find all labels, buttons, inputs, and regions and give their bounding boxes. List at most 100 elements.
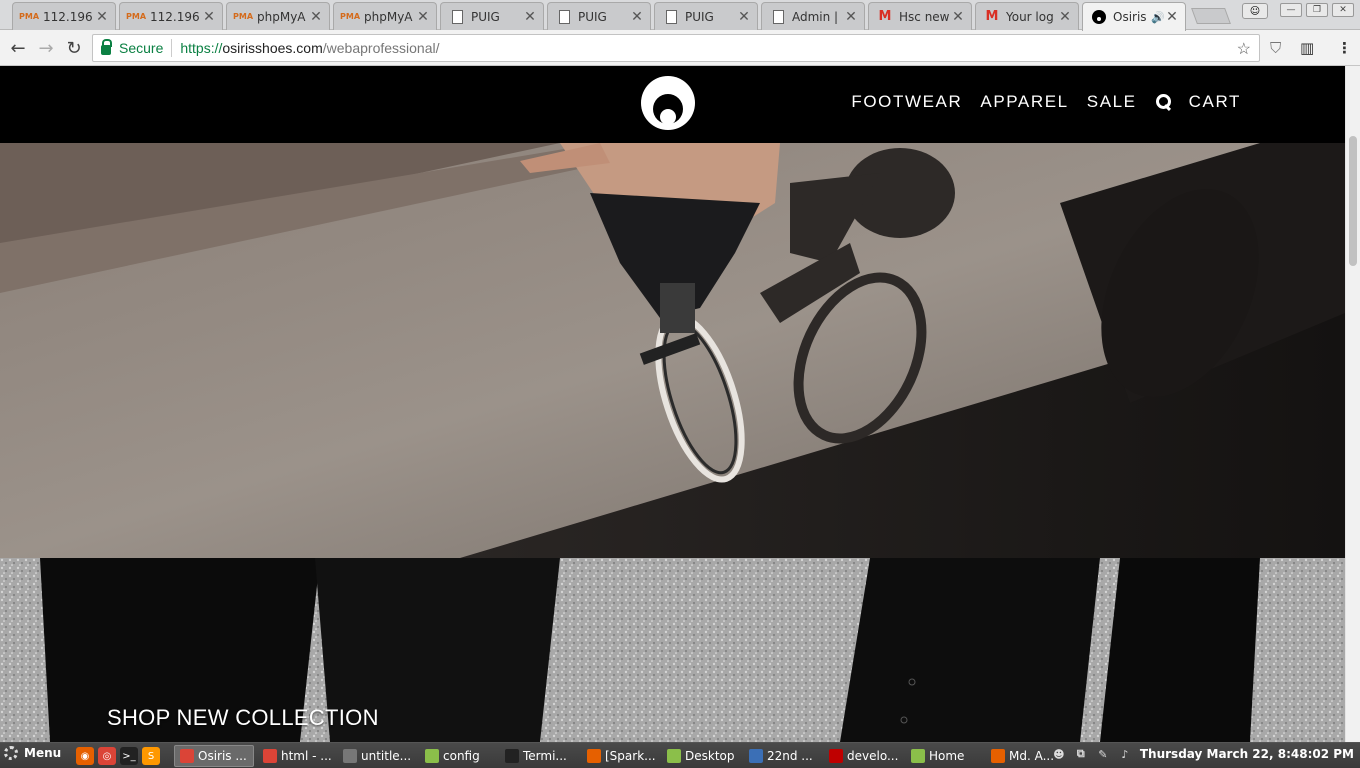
document-icon-glyph — [772, 9, 784, 24]
phpmyadmin-icon: PMA — [233, 9, 253, 25]
close-tab-icon[interactable]: ✕ — [951, 9, 965, 25]
os-taskbar: Menu ◉ ◎ >_ S ☻ ⧉ ✎ ♪ Thursday March 22, 8:… — [0, 742, 1360, 768]
reload-button[interactable]: ↻ — [62, 36, 86, 60]
browser-tab[interactable]: PMA phpMyA ✕ — [226, 2, 330, 30]
scrollbar-thumb[interactable] — [1349, 136, 1357, 266]
taskbar-window-label: Termi... — [523, 749, 567, 763]
browser-menu-icon[interactable]: ⋮ — [1337, 39, 1352, 57]
taskbar-window-button[interactable]: Md. A... — [986, 745, 1056, 767]
browser-tab[interactable]: Osiris 🔊 ✕ — [1082, 2, 1186, 31]
phpmyadmin-icon-glyph: PMA — [340, 12, 361, 21]
browser-tab[interactable]: PUIG ✕ — [440, 2, 544, 30]
phpmyadmin-icon: PMA — [340, 9, 361, 25]
tab-title: PUIG — [471, 9, 500, 24]
tool-icon[interactable]: ✎ — [1096, 747, 1110, 761]
taskbar-window-button[interactable]: Termi... — [500, 745, 578, 767]
url-host: osirisshoes.com — [222, 40, 323, 56]
close-tab-icon[interactable]: ✕ — [737, 9, 751, 25]
page-scrollbar[interactable] — [1345, 66, 1360, 742]
taskbar-window-button[interactable]: 22nd ... — [744, 745, 820, 767]
tab-title: Osiris — [1113, 10, 1147, 24]
minimize-button[interactable]: — — [1280, 3, 1302, 17]
nav-footwear[interactable]: FOOTWEAR — [851, 92, 962, 112]
chrome-icon — [180, 749, 194, 763]
tab-title: Your log — [1006, 9, 1054, 24]
forward-button[interactable]: → — [34, 36, 58, 60]
chrome-icon[interactable]: ◎ — [98, 747, 116, 765]
browser-tab[interactable]: PMA 112.196 ✕ — [119, 2, 223, 30]
gmail-icon-glyph: M — [985, 9, 999, 24]
gear-icon — [4, 746, 18, 760]
nav-sale[interactable]: SALE — [1087, 92, 1137, 112]
taskbar-window-label: Home — [929, 749, 965, 763]
phpmyadmin-icon-glyph: PMA — [126, 12, 147, 21]
browser-tab[interactable]: M Your log ✕ — [975, 2, 1079, 30]
new-tab-button[interactable] — [1191, 8, 1231, 24]
tab-title: 112.196 — [150, 9, 200, 24]
taskbar-window-button[interactable]: html - ... — [258, 745, 334, 767]
tab-title: Admin | — [792, 9, 839, 24]
close-tab-icon[interactable]: ✕ — [1165, 9, 1179, 25]
gmail-icon: M — [984, 9, 1000, 25]
bookmark-star-icon[interactable]: ☆ — [1237, 39, 1251, 59]
address-bar[interactable]: Secure https://osirisshoes.com/webaprofe… — [92, 34, 1260, 62]
close-tab-icon[interactable]: ✕ — [1058, 9, 1072, 25]
taskbar-window-button[interactable]: Osiris ... — [174, 745, 254, 767]
browser-tab[interactable]: M Hsc new ✕ — [868, 2, 972, 30]
folder-icon — [425, 749, 439, 763]
taskbar-window-label: develo... — [847, 749, 899, 763]
osiris-icon — [1091, 9, 1107, 25]
hero-video — [0, 143, 1345, 558]
browser-tab[interactable]: Admin | ✕ — [761, 2, 865, 30]
taskbar-window-button[interactable]: config — [420, 745, 496, 767]
taskbar-window-button[interactable]: Desktop — [662, 745, 740, 767]
close-tab-icon[interactable]: ✕ — [416, 9, 430, 25]
document-icon-glyph — [451, 9, 463, 24]
taskbar-window-label: config — [443, 749, 480, 763]
firefox-icon[interactable]: ◉ — [76, 747, 94, 765]
osiris-logo[interactable] — [641, 76, 695, 130]
search-icon[interactable] — [1155, 94, 1171, 110]
restore-button[interactable]: ❐ — [1306, 3, 1328, 17]
taskbar-window-button[interactable]: [Spark... — [582, 745, 658, 767]
nav-apparel[interactable]: APPAREL — [980, 92, 1068, 112]
close-tab-icon[interactable]: ✕ — [202, 9, 216, 25]
phpmyadmin-icon: PMA — [126, 9, 147, 25]
close-tab-icon[interactable]: ✕ — [95, 9, 109, 25]
site-nav: FOOTWEAR APPAREL SALE CART — [833, 92, 1241, 112]
tab-title: PUIG — [685, 9, 714, 24]
nav-cart[interactable]: CART — [1189, 92, 1241, 112]
close-tab-icon[interactable]: ✕ — [523, 9, 537, 25]
clock[interactable]: Thursday March 22, 8:48:02 PM — [1140, 747, 1354, 761]
firefox-icon — [587, 749, 601, 763]
network-icon[interactable]: ⧉ — [1074, 747, 1088, 761]
profile-icon[interactable]: ☺ — [1242, 3, 1268, 19]
document-icon — [663, 9, 679, 25]
back-button[interactable]: ← — [6, 36, 30, 60]
folder-icon — [911, 749, 925, 763]
window-controls: ☺ — ❐ ✕ — [1242, 3, 1354, 19]
close-tab-icon[interactable]: ✕ — [630, 9, 644, 25]
taskbar-window-button[interactable]: develo... — [824, 745, 902, 767]
close-window-button[interactable]: ✕ — [1332, 3, 1354, 17]
browser-tab[interactable]: PUIG ✕ — [654, 2, 758, 30]
document-icon — [770, 9, 786, 25]
start-menu-button[interactable]: Menu — [4, 746, 61, 760]
browser-tab[interactable]: PMA phpMyA ✕ — [333, 2, 437, 30]
browser-tab[interactable]: PMA 112.196 ✕ — [12, 2, 116, 30]
close-tab-icon[interactable]: ✕ — [309, 9, 323, 25]
shop-new-collection-link[interactable]: SHOP NEW COLLECTION — [107, 705, 379, 731]
shield-extension-icon[interactable]: ⛉ — [1270, 39, 1281, 57]
taskbar-window-button[interactable]: Home — [906, 745, 982, 767]
audio-playing-icon[interactable]: 🔊 — [1151, 11, 1165, 24]
taskbar-window-button[interactable]: untitle... — [338, 745, 416, 767]
terminal-icon[interactable]: >_ — [120, 747, 138, 765]
browser-tab[interactable]: PUIG ✕ — [547, 2, 651, 30]
taskbar-window-label: html - ... — [281, 749, 332, 763]
omnibox-divider — [171, 39, 173, 57]
reader-extension-icon[interactable]: ▥ — [1300, 39, 1314, 57]
phpmyadmin-icon: PMA — [19, 9, 39, 25]
close-tab-icon[interactable]: ✕ — [844, 9, 858, 25]
volume-icon[interactable]: ♪ — [1118, 747, 1132, 761]
sublime-icon[interactable]: S — [142, 747, 160, 765]
